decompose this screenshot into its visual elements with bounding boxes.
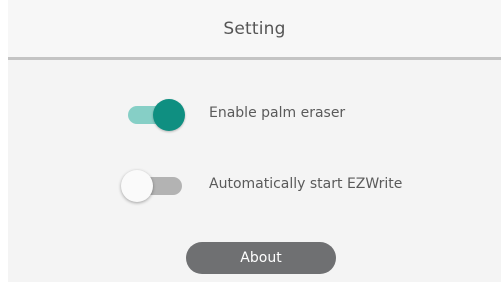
about-button[interactable]: About [186, 242, 336, 274]
settings-dialog: Setting Enable palm eraser Automatically… [8, 0, 501, 282]
auto-start-ezwrite-toggle[interactable] [121, 166, 187, 206]
settings-body: Enable palm eraser Automatically start E… [8, 60, 501, 282]
setting-row-auto-start: Automatically start EZWrite [8, 166, 501, 206]
palm-eraser-toggle[interactable] [125, 95, 187, 135]
palm-eraser-label: Enable palm eraser [209, 105, 346, 121]
dialog-title: Setting [223, 18, 286, 39]
dialog-header: Setting [8, 0, 501, 60]
toggle-thumb [153, 99, 185, 131]
toggle-thumb [121, 170, 153, 202]
setting-row-palm-eraser: Enable palm eraser [8, 95, 501, 135]
auto-start-ezwrite-label: Automatically start EZWrite [209, 176, 403, 192]
